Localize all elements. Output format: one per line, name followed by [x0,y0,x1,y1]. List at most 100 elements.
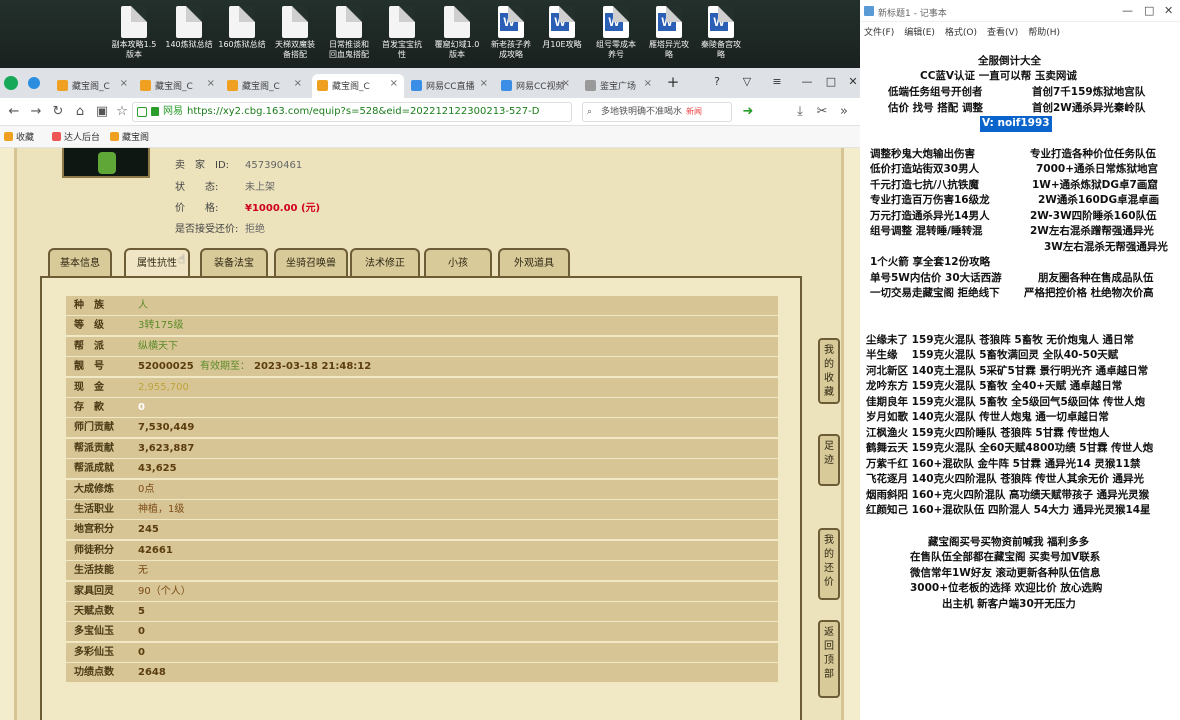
row-value: 5 [138,606,145,617]
data-row: 存 款 0 [66,398,778,418]
desktop-icon[interactable]: W 月10E攻略 [533,6,591,50]
side-button[interactable]: 我的收藏 [818,338,840,404]
back-icon[interactable]: ← [4,102,24,122]
tab-close-icon[interactable]: × [207,78,215,89]
desktop-icon[interactable]: 副本攻略1.5 版本 [105,6,163,60]
notepad-menu-item[interactable]: 格式(O) [945,28,977,38]
tab-3[interactable]: 装备法宝 [200,248,268,278]
bookmark-label: 藏宝阁 [122,133,150,143]
data-row: 靓 号 52000025 有效期至： 2023-03-18 21:48:12 [66,357,778,378]
browser-tab[interactable]: 藏宝阁_C × [52,74,134,98]
notepad-titlebar: 新标题1 - 记事本 — □ ✕ [860,0,1180,22]
lightning-icon[interactable]: ➜ [738,102,758,122]
side-button[interactable]: 足迹 [818,434,840,486]
browser-tab[interactable]: 鉴宝广场 × [580,74,658,98]
notepad-line: 在售队伍全部都在藏宝阁 买卖号加V联系 [910,551,1101,563]
notepad-line: 一切交易走藏宝阁 拒绝线下 [870,287,1000,299]
row-label: 现 金 [74,381,104,393]
notepad-line: 万元打造通杀异光14男人 [870,210,990,222]
notepad-text-area[interactable]: 全服倒计大全 CC蓝V认证 一直可以帮 玉卖网诚 低端任务组号开创者 首创7千159炼… [860,40,1180,720]
minimize-button[interactable]: — [796,72,818,92]
side-button[interactable]: 我的还价 [818,528,840,600]
row-value: 3,623,887 [138,442,195,454]
browser-tab[interactable]: 藏宝阁_C × [135,74,221,98]
forward-icon[interactable]: → [26,102,46,122]
bookmark-item[interactable]: 藏宝阁 [110,130,149,143]
briefcase-icon[interactable]: ▣ [92,102,112,122]
desktop-icon[interactable]: 160炼狱总结 [213,6,271,50]
notepad-line: 红颜知己 160+混砍队伍 四阶混人 54大力 通异光灵猴14星 [866,504,1151,516]
desktop-icon[interactable]: W 组号零成本 养号 [587,6,645,60]
tab-1[interactable]: 基本信息 [48,248,112,278]
download-icon[interactable]: ⤓ [790,102,810,122]
notepad-close-button[interactable]: ✕ [1164,4,1173,17]
bookmark-icon [110,132,119,141]
more-icon[interactable]: » [834,102,854,122]
notepad-line: 江枫渔火 159克火四阶睡队 苍狼阵 5甘霖 传世炮人 [866,427,1110,439]
row-value: 无 [138,565,148,577]
tab-4[interactable]: 坐骑召唤兽 [274,248,348,278]
search-input[interactable]: ⌕ 多地铁明确不准喝水 新闻 [582,102,732,122]
menu-icon[interactable]: ≡ [766,72,788,92]
tab-close-icon[interactable]: × [480,78,488,89]
data-row: 帮派贡献 3,623,887 [66,438,778,459]
notepad-line: 半生缘 159克火混队 5畜牧满回灵 全队40-50天赋 [866,349,1119,361]
browser-tab[interactable]: 网易CC视频 × [496,74,576,98]
tab-7[interactable]: 外观道具 [498,248,570,278]
bookmark-item[interactable]: 达人后台 [52,130,100,143]
notepad-line: 飞花逐月 140克火四阶混队 苍狼阵 传世人其余无价 通异光 [866,473,1145,485]
new-tab-button[interactable]: + [662,72,684,92]
home-icon[interactable]: ⌂ [70,102,90,122]
cut-icon[interactable]: ✂ [812,102,832,122]
tab-favicon-icon [227,80,238,91]
tab-5[interactable]: 法术修正 [350,248,420,278]
notepad-maximize-button[interactable]: □ [1144,4,1154,17]
notepad-minimize-button[interactable]: — [1122,4,1133,17]
desktop-icon[interactable]: W 新老孩子养 成攻略 [482,6,540,60]
reload-icon[interactable]: ↻ [48,102,68,122]
notepad-line: 估价 找号 搭配 调整 [888,102,983,114]
bookmark-item[interactable]: 收藏 [4,130,34,143]
tab-close-icon[interactable]: × [294,78,302,89]
notepad-line: 鹤舞云天 159克火混队 全60天赋4800功绩 5甘霖 传世人炮 [866,442,1154,454]
compass-icon[interactable] [28,77,40,89]
notepad-menu-item[interactable]: 编辑(E) [904,28,935,38]
skin-icon[interactable]: ▽ [736,72,758,92]
desktop-icon-label: 160炼狱总结 [218,40,266,49]
tab-favicon-icon [57,80,68,91]
side-button[interactable]: 返回顶部 [818,620,840,698]
browser-tab[interactable]: 藏宝阁_C × [222,74,308,98]
document-file-icon [336,6,362,38]
address-bar[interactable]: 网易 https://xy2.cbg.163.com/equip?s=528&ei… [132,102,572,122]
tab-close-icon[interactable]: × [562,78,570,89]
desktop-icon[interactable]: 天梯双魔装 备搭配 [266,6,324,60]
desktop-icon[interactable]: W 雁塔异光攻 略 [640,6,698,60]
notepad-menu-item[interactable]: 文件(F) [864,28,894,38]
maximize-button[interactable]: □ [820,72,842,92]
notepad-menu-item[interactable]: 帮助(H) [1028,28,1060,38]
tab-list-icon[interactable]: ? [706,72,728,92]
desktop-icon[interactable]: 140炼狱总结 [160,6,218,50]
tab-close-icon[interactable]: × [120,78,128,89]
desktop-icon[interactable]: 覆窟幻域1.0 版本 [428,6,486,60]
desktop-icon[interactable]: W 秦陵备宫攻 略 [692,6,750,60]
star-icon[interactable]: ☆ [112,102,132,122]
notepad-line: 专业打造各种价位任务队伍 [1030,148,1156,160]
tab-favicon-icon [317,80,328,91]
row-value: 2,955,700 [138,381,189,393]
desktop-icon-label: 组号零成本 养号 [596,40,636,59]
tab-close-icon[interactable]: × [390,78,398,89]
data-row: 大成修炼 0点 [66,479,778,500]
browser-tab[interactable]: 网易CC直播 × [406,74,494,98]
data-row: 师徒积分 42661 [66,540,778,561]
desktop-icon[interactable]: 日常推谈和 回血鬼搭配 [320,6,378,60]
tab-close-icon[interactable]: × [644,78,652,89]
tab-6[interactable]: 小孩 [424,248,492,278]
desktop-icon[interactable]: 首发宝宝抗 性 [373,6,431,60]
row-extra-label: 有效期至： [200,361,250,373]
browser-tab[interactable]: 藏宝阁_C × [312,74,404,98]
desktop-icon-label: 覆窟幻域1.0 版本 [434,40,480,59]
notepad-line: 全服倒计大全 [978,55,1041,67]
document-file-icon [444,6,470,38]
notepad-menu-item[interactable]: 查看(V) [987,28,1018,38]
